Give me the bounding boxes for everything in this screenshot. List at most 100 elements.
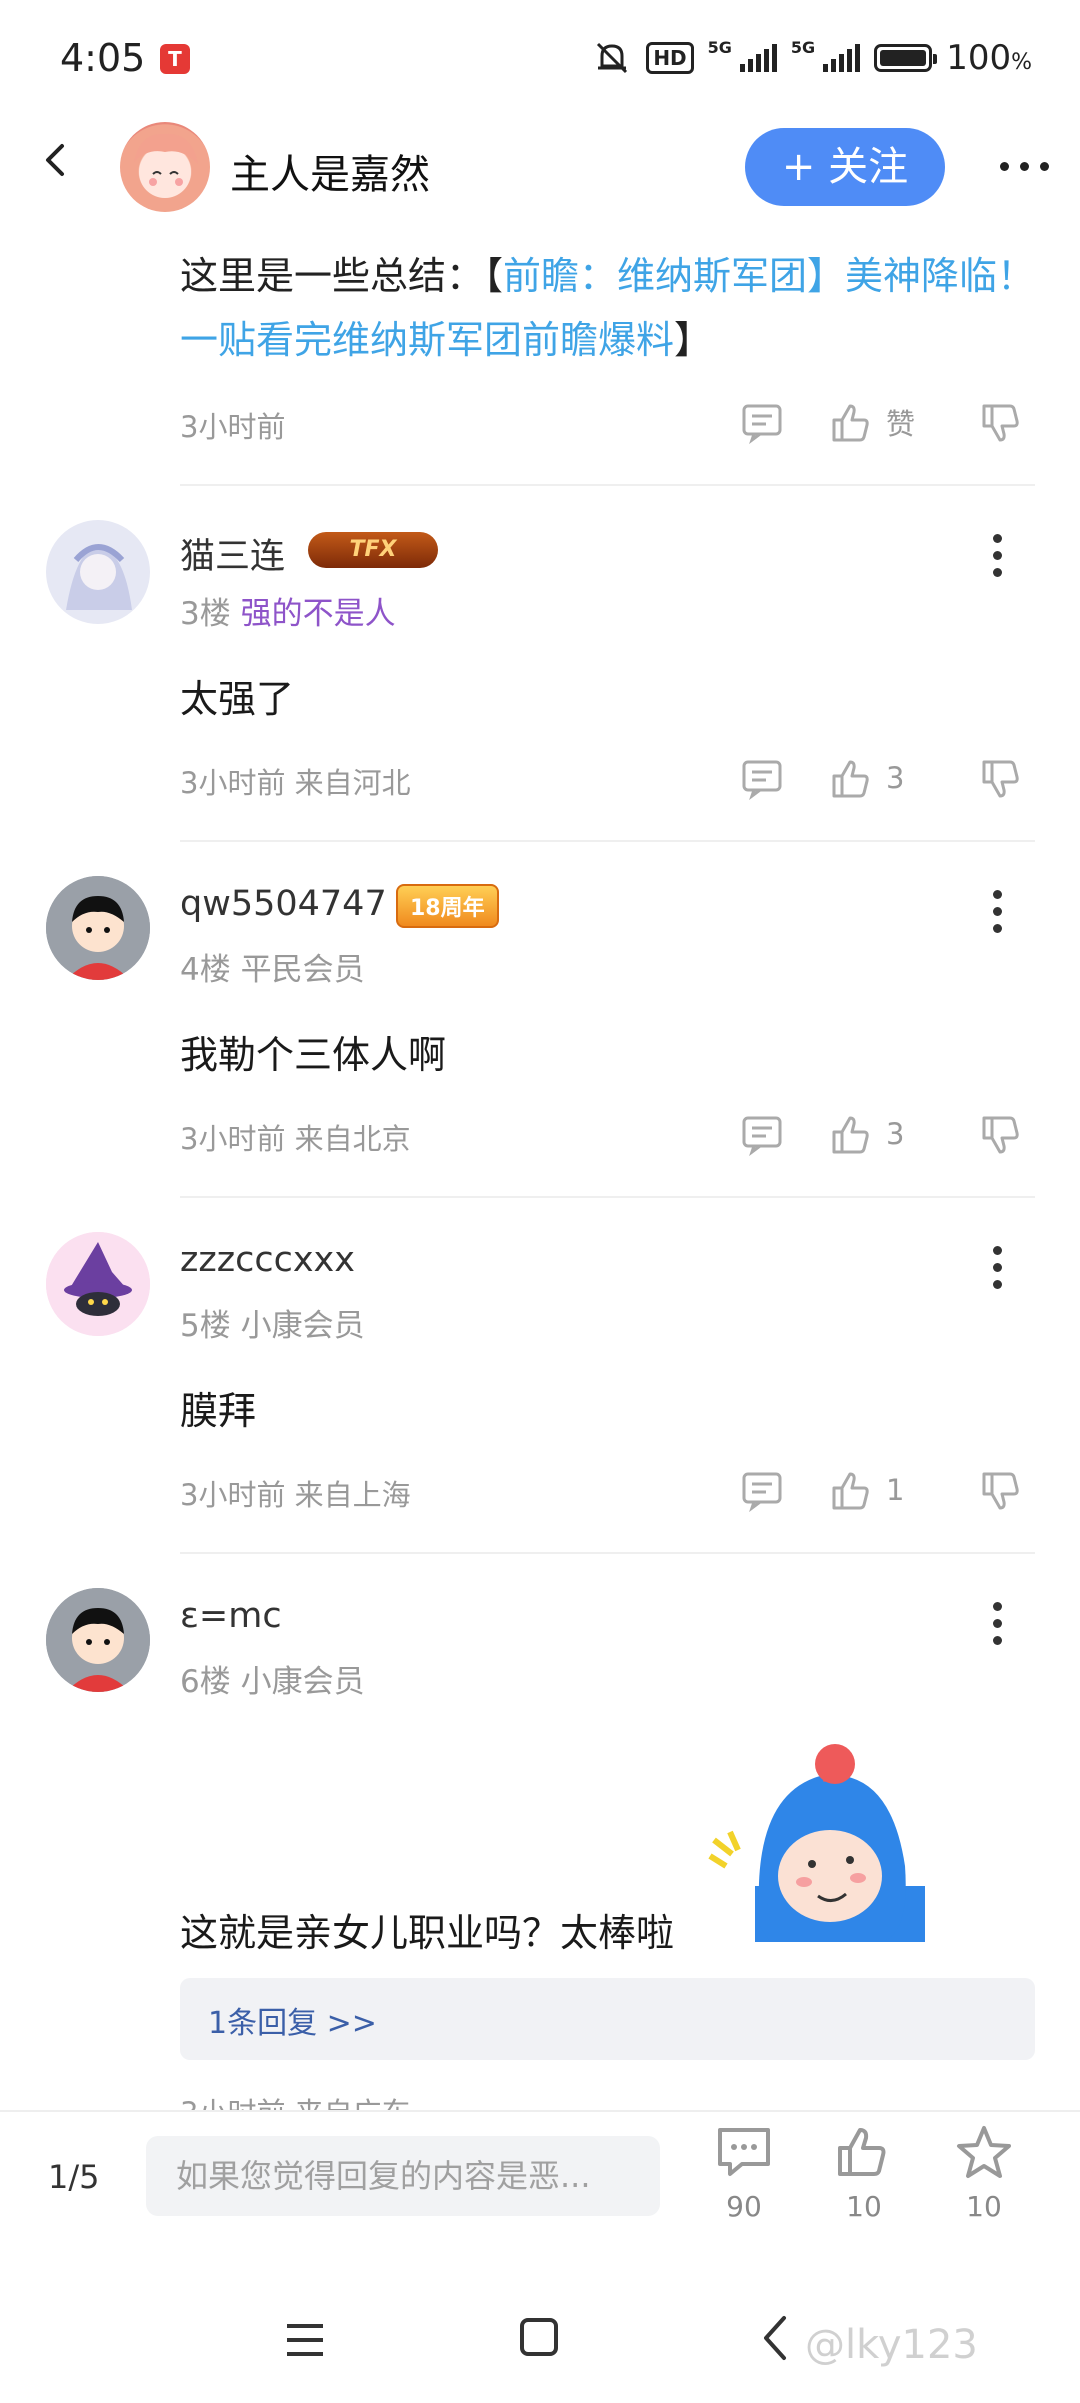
default-avatar-icon: [46, 1588, 150, 1692]
avatar[interactable]: [46, 520, 150, 624]
comment-more-icon[interactable]: [993, 1602, 1002, 1645]
comment-time: 3小时前 来自河北: [180, 766, 411, 800]
network-type-2: 5G: [790, 38, 816, 57]
floor-number: 6楼: [180, 1664, 231, 1700]
battery-icon: [874, 44, 938, 72]
comment-text: 这就是亲女儿职业吗？太棒啦: [180, 1911, 675, 1955]
member-role: 平民会员: [240, 952, 365, 988]
thumbs-down-icon[interactable]: [978, 1470, 1022, 1514]
avatar[interactable]: [46, 1232, 150, 1336]
divider: [180, 840, 1035, 842]
comment-text: 太强了: [180, 677, 295, 721]
avatar[interactable]: [120, 122, 210, 212]
more-options-icon[interactable]: [1000, 162, 1049, 171]
thumbs-down-icon[interactable]: [978, 758, 1022, 802]
divider: [180, 484, 1035, 486]
member-role: 小康会员: [240, 1308, 365, 1344]
anime-avatar-icon: [134, 133, 198, 198]
floor-info: 3楼 强的不是人: [180, 588, 396, 633]
like-post-button[interactable]: 10: [824, 2124, 904, 2223]
comments-button[interactable]: 90: [704, 2124, 784, 2223]
member-role: 小康会员: [240, 1664, 365, 1700]
likes-count: 10: [846, 2190, 882, 2223]
username[interactable]: zzzcccxxx: [180, 1240, 355, 1280]
reply-input[interactable]: [146, 2136, 660, 2216]
star-icon: [957, 2126, 1011, 2178]
post-text: 这里是一些总结：【前瞻：维纳斯军团】美神降临！一贴看完维纳斯军团前瞻爆料】: [180, 244, 1040, 372]
avatar[interactable]: [46, 876, 150, 980]
user-badge: 18周年: [396, 884, 499, 928]
divider: [180, 1552, 1035, 1554]
back-icon[interactable]: [36, 140, 76, 180]
thumbs-up-icon: [832, 404, 869, 442]
like-button[interactable]: 3: [828, 1112, 904, 1156]
post-time: 3小时前: [180, 410, 286, 444]
like-label: 赞: [886, 407, 916, 441]
thumbs-up-icon: [832, 1116, 869, 1154]
status-indicators: HD 5G 5G 100%: [592, 38, 1032, 78]
post-text-suffix: 】: [674, 318, 713, 362]
comment-more-icon[interactable]: [993, 1246, 1002, 1289]
comment-text: 我勒个三体人啊: [180, 1033, 447, 1077]
comment-more-icon[interactable]: [993, 890, 1002, 933]
like-button[interactable]: 1: [828, 1468, 904, 1512]
comment-icon[interactable]: [740, 400, 784, 444]
comment-bubble-icon: [718, 2128, 770, 2176]
like-count: 3: [886, 1117, 905, 1151]
anime-avatar-icon: [66, 544, 132, 610]
comment-icon[interactable]: [740, 1112, 784, 1156]
thumbs-down-icon[interactable]: [978, 1114, 1022, 1158]
sub-replies-link[interactable]: 1条回复 >>: [180, 1978, 1035, 2060]
mute-bell-icon: [597, 42, 628, 74]
thumbs-up-icon: [832, 760, 869, 798]
comments-count: 90: [726, 2190, 762, 2223]
comment-text: 膜拜: [180, 1389, 257, 1433]
floor-number: 4楼: [180, 952, 231, 988]
comment-time: 3小时前 来自上海: [180, 1478, 411, 1512]
thumbs-up-icon: [832, 1472, 869, 1510]
avatar[interactable]: [46, 1588, 150, 1692]
like-button[interactable]: 赞: [828, 400, 915, 444]
watermark: @lky123: [805, 2322, 978, 2368]
status-time: 4:05: [60, 36, 146, 80]
signal-icon: [739, 44, 777, 72]
home-icon[interactable]: [520, 2318, 558, 2356]
battery-level: 100%: [946, 38, 1032, 78]
divider: [180, 1196, 1035, 1198]
witch-cat-avatar-icon: [46, 1232, 150, 1336]
username[interactable]: 猫三连: [180, 528, 285, 579]
app-notification-icon: T: [160, 44, 190, 74]
sub-replies-label: 1条回复 >>: [208, 2006, 377, 2041]
like-count: 1: [886, 1473, 905, 1507]
hd-badge: HD: [646, 42, 694, 74]
comment-icon[interactable]: [740, 756, 784, 800]
comment-more-icon[interactable]: [993, 534, 1002, 577]
page-title: 主人是嘉然: [230, 152, 430, 198]
page-indicator[interactable]: 1/5: [48, 2158, 100, 2196]
follow-button[interactable]: + 关注: [745, 128, 945, 206]
username[interactable]: qw5504747: [180, 884, 387, 924]
favorites-count: 10: [966, 2190, 1002, 2223]
thumbs-up-icon: [838, 2128, 886, 2176]
nav-back-icon[interactable]: [760, 2314, 790, 2362]
username[interactable]: ε=mc: [180, 1596, 282, 1636]
post-text-prefix: 这里是一些总结：【: [180, 254, 504, 298]
like-button[interactable]: 3: [828, 756, 904, 800]
like-count: 3: [886, 761, 905, 795]
user-badge: TFX: [308, 532, 438, 568]
thumbs-down-icon[interactable]: [978, 402, 1022, 446]
floor-info: 6楼 小康会员: [180, 1656, 365, 1701]
floor-number: 5楼: [180, 1308, 231, 1344]
favorite-button[interactable]: 10: [944, 2124, 1024, 2223]
network-type: 5G: [707, 38, 732, 57]
comment-time: 3小时前 来自北京: [180, 1122, 411, 1156]
sticker-image: [708, 1744, 925, 1942]
floor-number: 3楼: [180, 596, 231, 632]
member-role: 强的不是人: [240, 596, 396, 632]
floor-info: 5楼 小康会员: [180, 1300, 365, 1345]
default-avatar-icon: [46, 876, 150, 980]
signal-icon-2: [823, 44, 861, 72]
menu-icon[interactable]: [285, 2320, 325, 2360]
floor-info: 4楼 平民会员: [180, 944, 365, 989]
comment-icon[interactable]: [740, 1468, 784, 1512]
